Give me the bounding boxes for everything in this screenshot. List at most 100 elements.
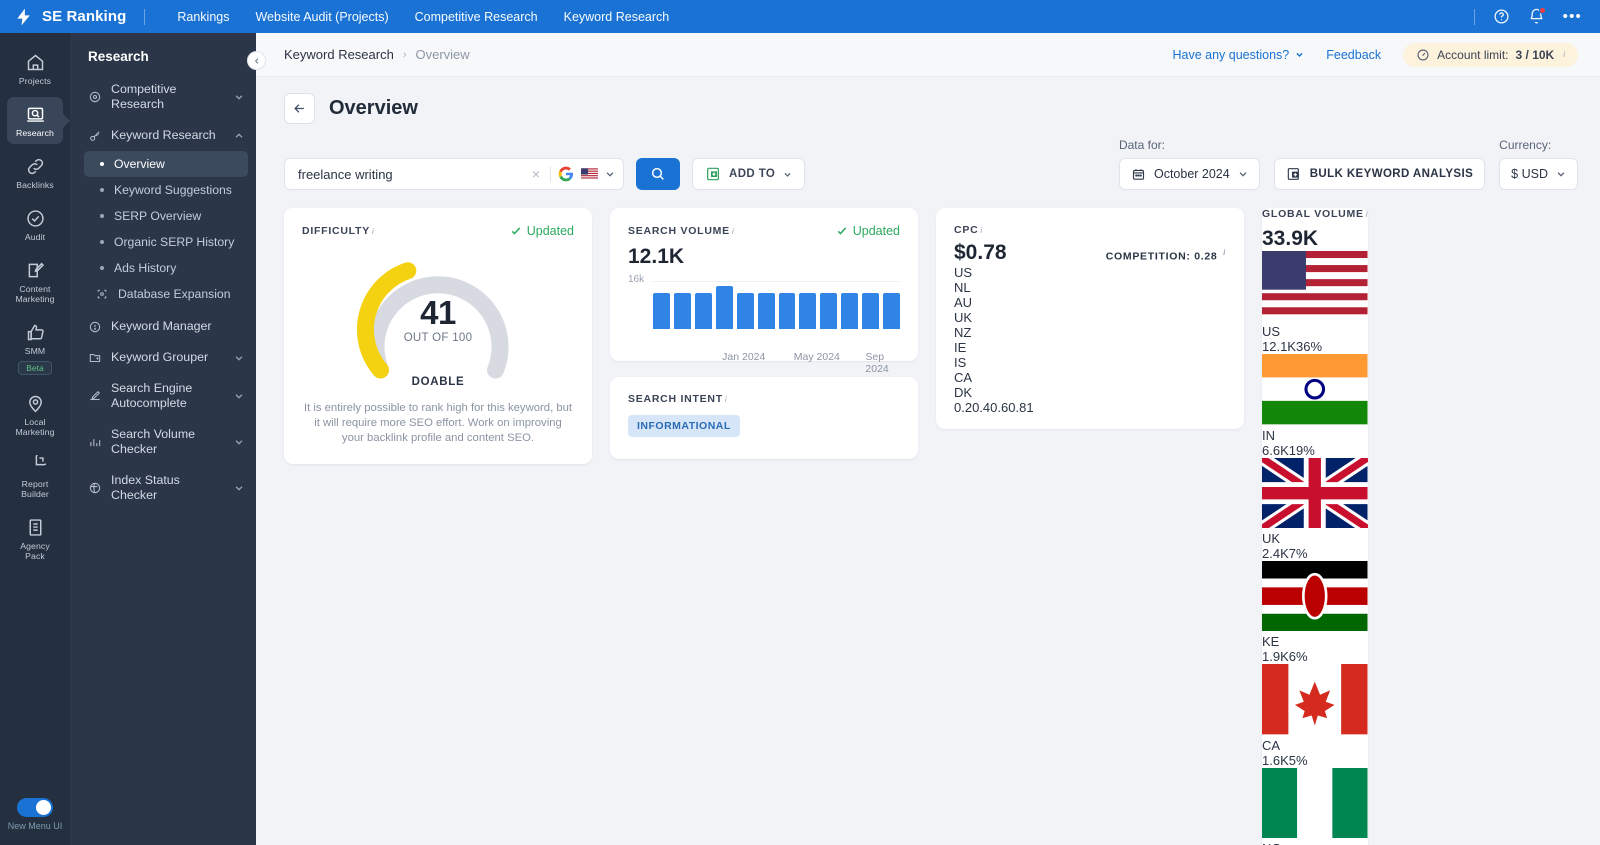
sidebar-item-search-engine-autocomplete[interactable]: Search Engine Autocomplete [70, 373, 256, 419]
key-icon [90, 131, 100, 141]
data-for-select[interactable]: October 2024 [1118, 158, 1260, 190]
global-volume-percent: 5% [1288, 752, 1308, 768]
in-flag-icon [1262, 354, 1368, 425]
rail-item-smm[interactable]: SMM Beta [7, 315, 63, 381]
sidebar-item-competitive-research[interactable]: Competitive Research [70, 74, 256, 120]
sidebar-item-keyword-manager[interactable]: Keyword Manager [70, 311, 256, 342]
rail-label-agency-pack: Agency Pack [20, 541, 50, 561]
brand-logo-area[interactable]: SE Ranking [14, 7, 126, 27]
sidebar-item-index-status-checker[interactable]: Index Status Checker [70, 465, 256, 511]
volume-bar[interactable] [653, 293, 670, 329]
chevron-down-icon[interactable] [605, 169, 615, 179]
rail-item-content-marketing[interactable]: Content Marketing [7, 253, 63, 310]
volume-bar[interactable] [799, 293, 817, 329]
more-icon[interactable]: ••• [1563, 9, 1582, 24]
global-volume-card-header: GLOBAL VOLUME i [1262, 208, 1368, 220]
bulk-keyword-analysis-button[interactable]: BULK KEYWORD ANALYSIS [1273, 158, 1486, 190]
info-icon[interactable]: i [1223, 248, 1226, 257]
search-volume-title: SEARCH VOLUME [628, 225, 730, 237]
have-questions-link[interactable]: Have any questions? [1173, 48, 1305, 62]
top-nav-competitive-research[interactable]: Competitive Research [415, 10, 538, 24]
sidebar-item-keyword-research[interactable]: Keyword Research [70, 120, 256, 151]
global-volume-row[interactable]: NG1.3K4% [1262, 767, 1368, 845]
volume-bar[interactable] [778, 293, 796, 329]
info-icon[interactable]: i [732, 227, 734, 236]
cpc-row[interactable]: US [954, 265, 1226, 280]
cpc-row[interactable]: IE [954, 340, 1226, 355]
rail-item-agency-pack[interactable]: Agency Pack [7, 510, 63, 567]
volume-bar[interactable] [820, 293, 838, 329]
info-icon[interactable]: i [372, 227, 374, 236]
beta-badge: Beta [18, 361, 52, 375]
volume-bar[interactable] [841, 293, 859, 329]
top-nav-keyword-research[interactable]: Keyword Research [564, 10, 670, 24]
sidebar-item-keyword-suggestions[interactable]: Keyword Suggestions [84, 177, 248, 203]
rail-item-local-marketing[interactable]: Local Marketing [7, 386, 63, 443]
cpc-competition: COMPETITION: 0.28 i [1106, 248, 1226, 263]
sidebar-item-database-expansion[interactable]: Database Expansion [84, 281, 248, 307]
top-nav-rankings[interactable]: Rankings [177, 10, 229, 24]
volume-bar[interactable] [883, 293, 901, 329]
global-volume-row[interactable]: KE 1.9K6% [1262, 561, 1368, 664]
notification-dot [1538, 7, 1546, 14]
help-icon[interactable] [1493, 8, 1510, 25]
cpc-x-tick: 0.4 [972, 400, 991, 415]
sidebar-collapse-button[interactable] [247, 51, 266, 70]
info-icon[interactable]: i [1563, 50, 1565, 59]
volume-bar[interactable] [757, 293, 775, 329]
sidebar-label-organic-serp-history: Organic SERP History [114, 235, 235, 249]
cpc-row[interactable]: DK [954, 385, 1226, 400]
sidebar-item-organic-serp-history[interactable]: Organic SERP History [84, 229, 248, 255]
volume-bar[interactable] [673, 293, 691, 329]
sidebar-item-ads-history[interactable]: Ads History [84, 255, 248, 281]
uk-flag-icon [1258, 452, 1372, 534]
rail-item-report-builder[interactable]: Report Builder [7, 448, 63, 505]
global-volume-row[interactable]: US 12.1K36% [1262, 251, 1368, 354]
cpc-row[interactable]: NL [954, 280, 1226, 295]
info-icon[interactable]: i [1366, 210, 1368, 219]
cpc-row[interactable]: CA [954, 370, 1226, 385]
keyword-search-box[interactable]: × [284, 158, 624, 190]
feedback-link[interactable]: Feedback [1326, 48, 1381, 62]
rail-item-research[interactable]: Research [7, 97, 63, 144]
cpc-row[interactable]: IS [954, 355, 1226, 370]
rail-item-backlinks[interactable]: Backlinks [7, 149, 63, 196]
volume-bar[interactable] [694, 293, 712, 329]
cpc-row[interactable]: NZ [954, 325, 1226, 340]
search-intent-title: SEARCH INTENT [628, 393, 723, 405]
cpc-title: CPC [954, 224, 979, 236]
sidebar-item-search-volume-checker[interactable]: Search Volume Checker [70, 419, 256, 465]
search-volume-chart: 16k Jan 2024 May 2024 Sep 2024 [628, 274, 901, 375]
volume-bar[interactable] [736, 293, 754, 329]
rail-item-audit[interactable]: Audit [7, 201, 63, 248]
notifications-wrap[interactable] [1528, 7, 1546, 25]
bullet-icon [100, 240, 104, 244]
rail-item-projects[interactable]: Projects [7, 45, 63, 92]
breadcrumb-parent[interactable]: Keyword Research [284, 47, 394, 62]
global-volume-percent: 7% [1288, 546, 1308, 562]
account-limit-badge[interactable]: Account limit: 3 / 10K i [1403, 42, 1578, 67]
arrow-left-icon [294, 104, 304, 113]
search-toolbar: × [284, 124, 1578, 208]
info-icon[interactable]: i [980, 226, 982, 235]
top-nav-website-audit[interactable]: Website Audit (Projects) [255, 10, 388, 24]
currency-select[interactable]: $ USD [1499, 158, 1578, 190]
search-button[interactable] [636, 158, 680, 190]
add-to-button[interactable]: ADD TO [692, 158, 806, 190]
global-volume-row[interactable]: IN 6.6K19% [1262, 354, 1368, 458]
new-menu-ui-toggle[interactable] [17, 798, 53, 817]
search-input[interactable] [298, 166, 522, 182]
sidebar-item-keyword-grouper[interactable]: Keyword Grouper [70, 342, 256, 373]
info-icon[interactable]: i [725, 395, 727, 404]
clear-icon[interactable]: × [529, 166, 543, 182]
sidebar-item-overview[interactable]: Overview [84, 151, 248, 177]
cpc-row[interactable]: UK [954, 310, 1226, 325]
global-volume-row[interactable]: UK 2.4K7% [1258, 452, 1372, 562]
gauge-icon [1417, 49, 1429, 60]
global-volume-row[interactable]: CA 1.6K5% [1262, 664, 1368, 768]
cpc-row[interactable]: AU [954, 295, 1226, 310]
volume-bar[interactable] [862, 293, 880, 329]
back-button[interactable] [284, 93, 315, 124]
sidebar-item-serp-overview[interactable]: SERP Overview [84, 203, 248, 229]
volume-bar[interactable] [715, 285, 733, 329]
